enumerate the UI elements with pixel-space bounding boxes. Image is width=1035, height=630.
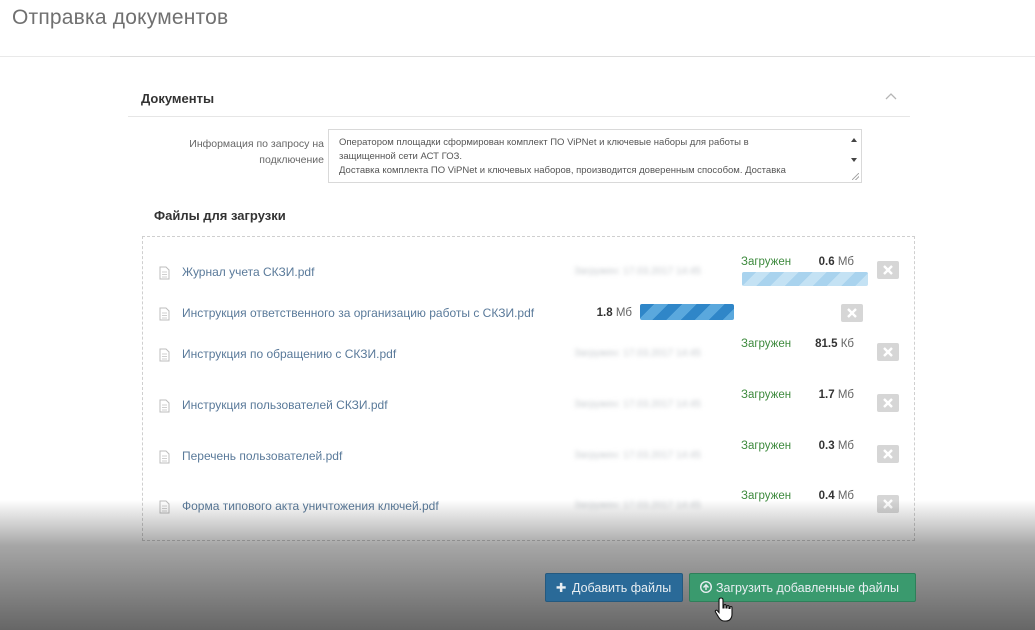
file-size-unit: Мб (837, 440, 854, 452)
file-size-unit: Мб (837, 389, 854, 401)
file-size-unit: Мб (837, 256, 854, 268)
file-name-link[interactable]: Инструкция пользователей СКЗИ.pdf (182, 398, 388, 412)
page-title: Отправка документов (12, 6, 229, 29)
file-size-value: 1.7 (818, 389, 835, 401)
file-icon (159, 450, 170, 464)
info-text-line: Доставка комплекта ПО ViPNet и ключевых … (339, 165, 786, 176)
file-upload-date: Загружен: 17.03.2017 14:45 (574, 500, 701, 511)
file-size: 81.5 Кб (808, 338, 854, 350)
status-badge: Загружен (741, 440, 792, 452)
info-label-line: Информация по запросу на (189, 138, 324, 150)
add-files-button[interactable]: ✚ Добавить файлы (545, 573, 683, 602)
status-badge: Загружен (741, 389, 792, 401)
close-icon (883, 398, 893, 408)
file-name-link[interactable]: Перечень пользователей.pdf (182, 449, 342, 463)
info-label-line: подключение (259, 154, 324, 166)
remove-file-button[interactable] (877, 394, 899, 412)
remove-file-button[interactable] (877, 445, 899, 463)
file-size-unit: Мб (837, 490, 854, 502)
file-size-value: 0.6 (818, 256, 835, 268)
status-badge: Загружен (741, 338, 792, 350)
file-icon (159, 307, 170, 321)
file-size-value: 0.4 (818, 490, 835, 502)
file-name-link[interactable]: Форма типового акта уничтожения ключей.p… (182, 499, 439, 513)
file-upload-date: Загружен: 17.03.2017 14:45 (574, 399, 701, 410)
remove-file-button[interactable] (877, 495, 899, 513)
upload-circle-icon (699, 574, 714, 603)
close-icon (883, 449, 893, 459)
files-section-title: Файлы для загрузки (154, 208, 286, 223)
file-size-value: 81.5 (815, 338, 838, 350)
file-size-unit: Кб (840, 338, 854, 350)
info-textarea[interactable]: Оператором площадки сформирован комплект… (328, 129, 862, 183)
documents-panel-header[interactable]: Документы (128, 80, 910, 117)
info-text-line: защищенной сети АСТ ГОЗ. (339, 151, 462, 162)
scroll-up-arrow-icon[interactable] (851, 138, 857, 142)
file-size: 0.4 Мб (808, 490, 854, 502)
close-icon (883, 499, 893, 509)
file-size: 1.8 Мб (586, 307, 632, 319)
file-size: 0.6 Мб (808, 256, 854, 268)
upload-files-label: Загрузить добавленные файлы (716, 581, 899, 595)
file-icon (159, 399, 170, 413)
scroll-down-arrow-icon[interactable] (851, 158, 857, 162)
documents-panel-title: Документы (141, 91, 215, 106)
header-divider-strong (110, 56, 930, 57)
add-files-label: Добавить файлы (572, 581, 672, 595)
upload-progress-bar (640, 304, 734, 320)
file-size-value: 1.8 (596, 307, 613, 319)
file-size-value: 0.3 (818, 440, 835, 452)
file-size-unit: Мб (615, 307, 632, 319)
info-text-line: Оператором площадки сформирован комплект… (339, 137, 749, 148)
close-icon (847, 308, 857, 318)
hand-pointer-icon (713, 596, 737, 624)
plus-icon: ✚ (556, 581, 567, 595)
file-icon (159, 348, 170, 362)
file-upload-date: Загружен: 17.03.2017 14:45 (574, 450, 701, 461)
file-name-link[interactable]: Инструкция ответственного за организацию… (182, 306, 534, 320)
file-icon (159, 266, 170, 280)
info-label: Информация по запросу на подключение (150, 136, 324, 168)
chevron-up-icon[interactable] (884, 90, 898, 104)
file-upload-date: Загружен: 17.03.2017 14:45 (574, 348, 701, 359)
remove-file-button[interactable] (841, 304, 863, 322)
close-icon (883, 265, 893, 275)
close-icon (883, 347, 893, 357)
resize-grip-icon[interactable] (852, 173, 859, 180)
file-icon (159, 500, 170, 514)
status-badge: Загружен (741, 490, 792, 502)
file-name-link[interactable]: Журнал учета СКЗИ.pdf (182, 265, 314, 279)
remove-file-button[interactable] (877, 261, 899, 279)
file-name-link[interactable]: Инструкция по обращению с СКЗИ.pdf (182, 347, 396, 361)
file-upload-date: Загружен: 17.03.2017 14:45 (574, 266, 701, 277)
file-size: 1.7 Мб (808, 389, 854, 401)
upload-progress-bar (742, 272, 868, 286)
status-badge: Загружен (741, 256, 792, 268)
file-size: 0.3 Мб (808, 440, 854, 452)
remove-file-button[interactable] (877, 343, 899, 361)
